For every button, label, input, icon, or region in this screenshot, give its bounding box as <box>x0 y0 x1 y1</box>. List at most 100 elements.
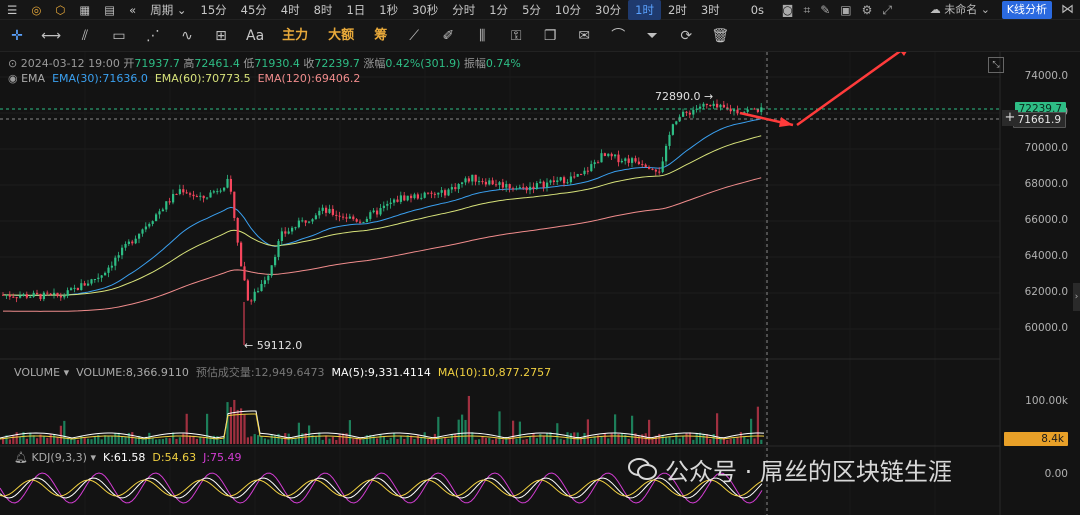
candle-body <box>192 194 195 197</box>
chevron-down-icon[interactable]: ▾ <box>90 451 96 464</box>
horizontal-line-icon[interactable]: ⟷ <box>34 21 68 51</box>
tab-interval[interactable]: 2时 <box>661 0 694 20</box>
candle-body <box>90 279 93 284</box>
candle-body <box>66 290 69 296</box>
fib-icon[interactable]: ⋰ <box>136 21 170 51</box>
tab-interval[interactable]: 10分 <box>548 0 588 20</box>
code-icon[interactable]: ⌗ <box>803 3 820 17</box>
text-tool[interactable]: Aa <box>238 21 272 51</box>
edit-icon[interactable]: ✎ <box>820 3 840 17</box>
candle-body <box>314 215 317 220</box>
target-icon[interactable]: ◎ <box>24 0 48 20</box>
volume-bar <box>338 433 341 444</box>
low-annotation: ← 59112.0 <box>244 339 303 352</box>
volume-bar <box>695 432 698 444</box>
calendar-icon[interactable]: ▦ <box>72 0 97 20</box>
kdj-label[interactable]: KDJ(9,3,3) <box>31 451 87 464</box>
volume-bar <box>753 438 756 444</box>
volume-bar <box>267 439 270 444</box>
fullscreen-icon[interactable]: ⤢ <box>882 3 902 17</box>
volume-bar <box>600 436 603 444</box>
lock-icon[interactable]: ⚿ <box>499 21 533 51</box>
chart-canvas[interactable] <box>0 52 1080 515</box>
side-panel-toggle[interactable]: › <box>1073 283 1080 311</box>
menu-icon[interactable]: ☰ <box>0 0 24 20</box>
tab-interval[interactable]: 1时 <box>628 0 661 20</box>
candle-body <box>641 164 644 166</box>
candle-body <box>365 218 368 223</box>
chips-tool[interactable]: 筹 <box>364 21 397 51</box>
volume-label[interactable]: VOLUME <box>14 366 60 379</box>
share-icon[interactable]: ⋈ <box>1061 0 1074 20</box>
layout-icon[interactable]: ▣ <box>840 3 861 17</box>
volume-bar <box>665 437 668 444</box>
chevron-down-icon[interactable]: ▾ <box>64 366 70 379</box>
candle-body <box>294 227 297 229</box>
candle-body <box>206 197 209 199</box>
expand-icon[interactable]: ⤡ <box>988 57 1004 73</box>
rectangle-icon[interactable]: ▭ <box>102 21 136 51</box>
measure-icon[interactable]: ⊞ <box>204 21 238 51</box>
tab-interval[interactable]: 8时 <box>307 0 340 20</box>
candles-icon[interactable]: ⫼ <box>465 21 499 51</box>
layout-name-dropdown[interactable]: ☁ 未命名 ⌄ <box>930 0 990 20</box>
trash-icon[interactable]: 🗑 <box>703 21 737 51</box>
add-alert-icon[interactable]: + <box>1002 110 1018 126</box>
tab-interval[interactable]: 分时 <box>445 0 482 20</box>
tab-interval[interactable]: 1日 <box>339 0 372 20</box>
tab-interval[interactable]: 30秒 <box>405 0 445 20</box>
sync-icon[interactable]: ⟳ <box>669 21 703 51</box>
eye-icon[interactable]: ◉ <box>8 72 18 85</box>
magnet-icon[interactable]: ⌒ <box>601 21 635 51</box>
gear-icon[interactable]: ⚙ <box>862 3 883 17</box>
tab-interval[interactable]: 3时 <box>694 0 727 20</box>
candle-body <box>246 280 249 301</box>
volume-bar <box>393 432 396 444</box>
trend-line-icon[interactable]: ⫽ <box>68 21 102 51</box>
volume-bar <box>682 436 685 444</box>
bell-icon[interactable]: 🔔︎ <box>14 451 28 464</box>
bolt-icon[interactable]: ⬡ <box>48 0 72 20</box>
camera-icon[interactable]: ◙ <box>782 3 804 17</box>
pen-icon[interactable]: ✐ <box>431 21 465 51</box>
large-order-tool[interactable]: 大额 <box>318 21 364 51</box>
candle-body <box>338 215 341 217</box>
volume-bar <box>403 438 406 444</box>
tab-interval[interactable]: 5分 <box>515 0 548 20</box>
volume-bar <box>359 439 362 444</box>
crosshair-icon[interactable]: ✛ <box>0 21 34 51</box>
grid-icon[interactable]: ▤ <box>97 0 122 20</box>
tab-interval[interactable]: 1分 <box>482 0 515 20</box>
copy-icon[interactable]: ❐ <box>533 21 567 51</box>
filter-icon[interactable]: ⏷ <box>635 21 669 51</box>
high-annotation: 72890.0 → <box>655 90 714 103</box>
candle-body <box>304 220 307 223</box>
tab-interval[interactable]: 4时 <box>274 0 307 20</box>
volume-bar <box>49 433 52 444</box>
candle-body <box>552 180 555 183</box>
ruler-icon[interactable]: ⟋ <box>397 21 431 51</box>
wave-icon[interactable]: ∿ <box>170 21 204 51</box>
candle-body <box>756 109 759 112</box>
period-dropdown[interactable]: 周期 ⌄ <box>143 0 193 20</box>
volume-bar <box>736 436 739 444</box>
main-force-tool[interactable]: 主力 <box>272 21 318 51</box>
ema-label[interactable]: EMA <box>21 72 45 85</box>
volume-bar <box>491 439 494 444</box>
note-icon[interactable]: ✉ <box>567 21 601 51</box>
tab-interval[interactable]: 15分 <box>194 0 234 20</box>
volume-bar <box>294 438 297 444</box>
kline-analysis-button[interactable]: K线分析 <box>1001 1 1052 19</box>
kdj-d-line <box>0 479 763 497</box>
rewind-icon[interactable]: « <box>122 0 143 20</box>
volume-bar <box>107 435 110 444</box>
collapse-icon[interactable]: ⊙ <box>8 57 17 70</box>
tab-interval[interactable]: 45分 <box>234 0 274 20</box>
volume-bar <box>36 438 39 444</box>
chart-tools: ◙⌗✎▣⚙⤢ <box>782 0 902 20</box>
tab-interval[interactable]: 1秒 <box>372 0 405 20</box>
tab-interval[interactable]: 30分 <box>588 0 628 20</box>
candle-body <box>610 153 613 157</box>
candle-body <box>603 153 606 156</box>
candle-body <box>699 106 702 109</box>
